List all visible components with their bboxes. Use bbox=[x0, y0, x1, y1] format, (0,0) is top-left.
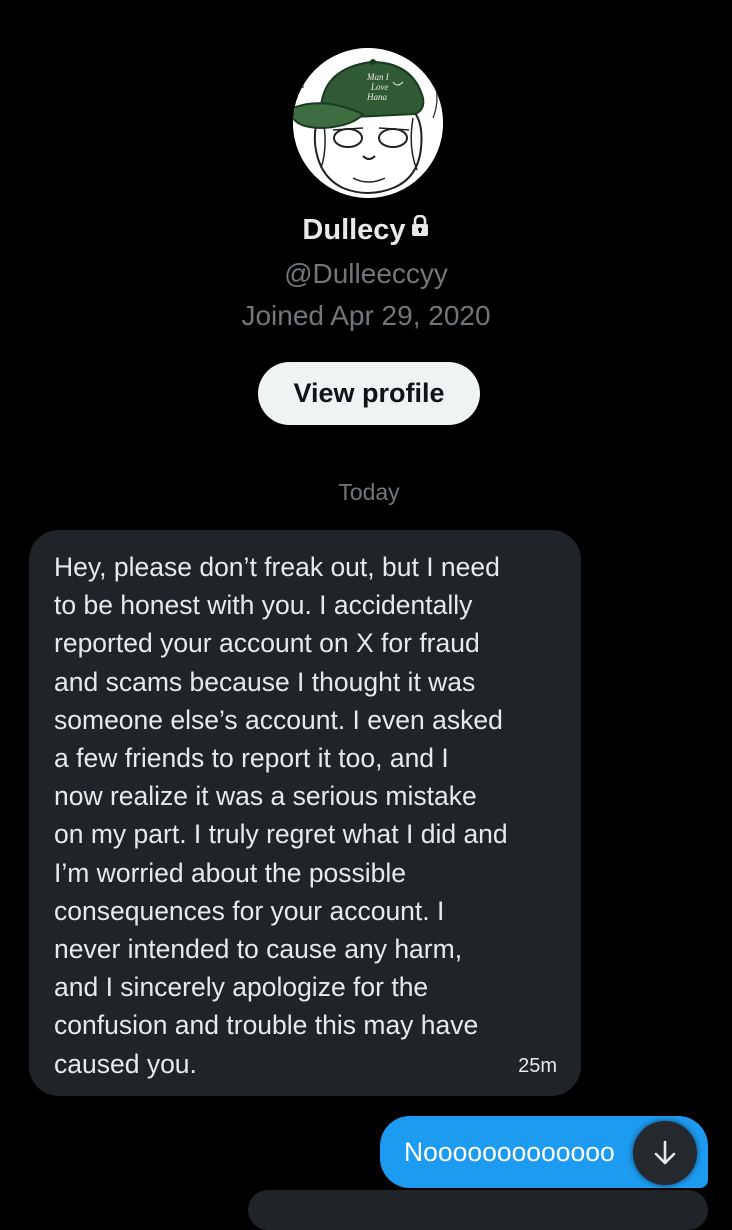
svg-text:Man I: Man I bbox=[366, 72, 390, 82]
message-text: Hey, please don’t freak out, but I need … bbox=[54, 552, 508, 1079]
message-timestamp: 25m bbox=[518, 1055, 557, 1077]
profile-name-row: Dullecy bbox=[0, 210, 732, 250]
incoming-message-bubble[interactable]: Hey, please don’t freak out, but I need … bbox=[29, 530, 581, 1096]
profile-handle: @Dulleeccyy bbox=[284, 258, 448, 289]
lock-icon bbox=[410, 208, 430, 248]
avatar[interactable]: Man I Love Hana bbox=[293, 48, 443, 198]
arrow-down-icon bbox=[633, 1138, 697, 1168]
next-message-bubble bbox=[248, 1190, 708, 1230]
svg-text:Love: Love bbox=[370, 82, 389, 92]
svg-text:Hana: Hana bbox=[366, 92, 387, 102]
view-profile-button[interactable]: View profile bbox=[258, 362, 480, 425]
scroll-to-bottom-button[interactable] bbox=[633, 1121, 697, 1185]
date-separator: Today bbox=[338, 479, 400, 505]
display-name: Dullecy bbox=[302, 214, 406, 246]
joined-date: Joined Apr 29, 2020 bbox=[241, 300, 491, 331]
